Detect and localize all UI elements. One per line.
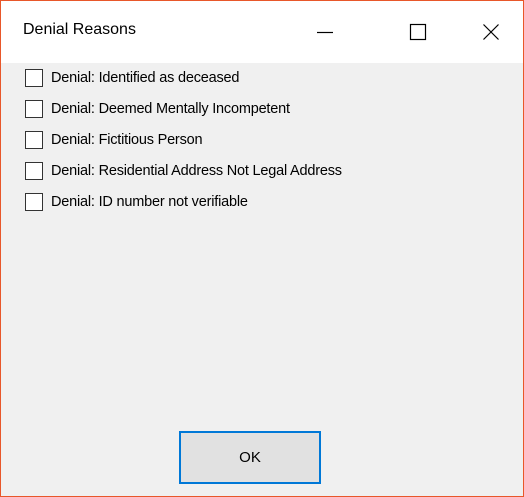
close-icon	[483, 24, 499, 40]
checkbox-box[interactable]	[25, 131, 43, 149]
checkbox-label: Denial: Identified as deceased	[51, 70, 240, 86]
checkbox-box[interactable]	[25, 193, 43, 211]
checkbox-id-not-verifiable[interactable]: Denial: ID number not verifiable	[25, 191, 248, 213]
checkbox-fictitious-person[interactable]: Denial: Fictitious Person	[25, 129, 203, 151]
checkbox-identified-deceased[interactable]: Denial: Identified as deceased	[25, 67, 239, 89]
checkbox-mentally-incompetent[interactable]: Denial: Deemed Mentally Incompetent	[25, 98, 290, 120]
close-button[interactable]	[456, 1, 524, 63]
maximize-button[interactable]	[383, 1, 453, 63]
checkbox-label: Denial: Residential Address Not Legal Ad…	[51, 163, 342, 179]
checkbox-box[interactable]	[25, 100, 43, 118]
checkbox-box[interactable]	[25, 69, 43, 87]
checkbox-label: Denial: Fictitious Person	[51, 132, 203, 148]
ok-button[interactable]: OK	[179, 431, 321, 484]
ok-button-label: OK	[239, 449, 261, 466]
dialog-body: Denial: Identified as deceased Denial: D…	[1, 63, 523, 496]
checkbox-residential-address[interactable]: Denial: Residential Address Not Legal Ad…	[25, 160, 342, 182]
maximize-icon	[409, 23, 427, 41]
minimize-button[interactable]	[290, 1, 360, 63]
window-title: Denial Reasons	[23, 21, 136, 38]
dialog-window: Denial Reasons Denial: Identified as dec…	[0, 0, 524, 497]
title-bar[interactable]: Denial Reasons	[1, 1, 523, 63]
checkbox-label: Denial: Deemed Mentally Incompetent	[51, 101, 290, 117]
checkbox-label: Denial: ID number not verifiable	[51, 194, 248, 210]
minimize-icon	[317, 31, 333, 34]
checkbox-box[interactable]	[25, 162, 43, 180]
